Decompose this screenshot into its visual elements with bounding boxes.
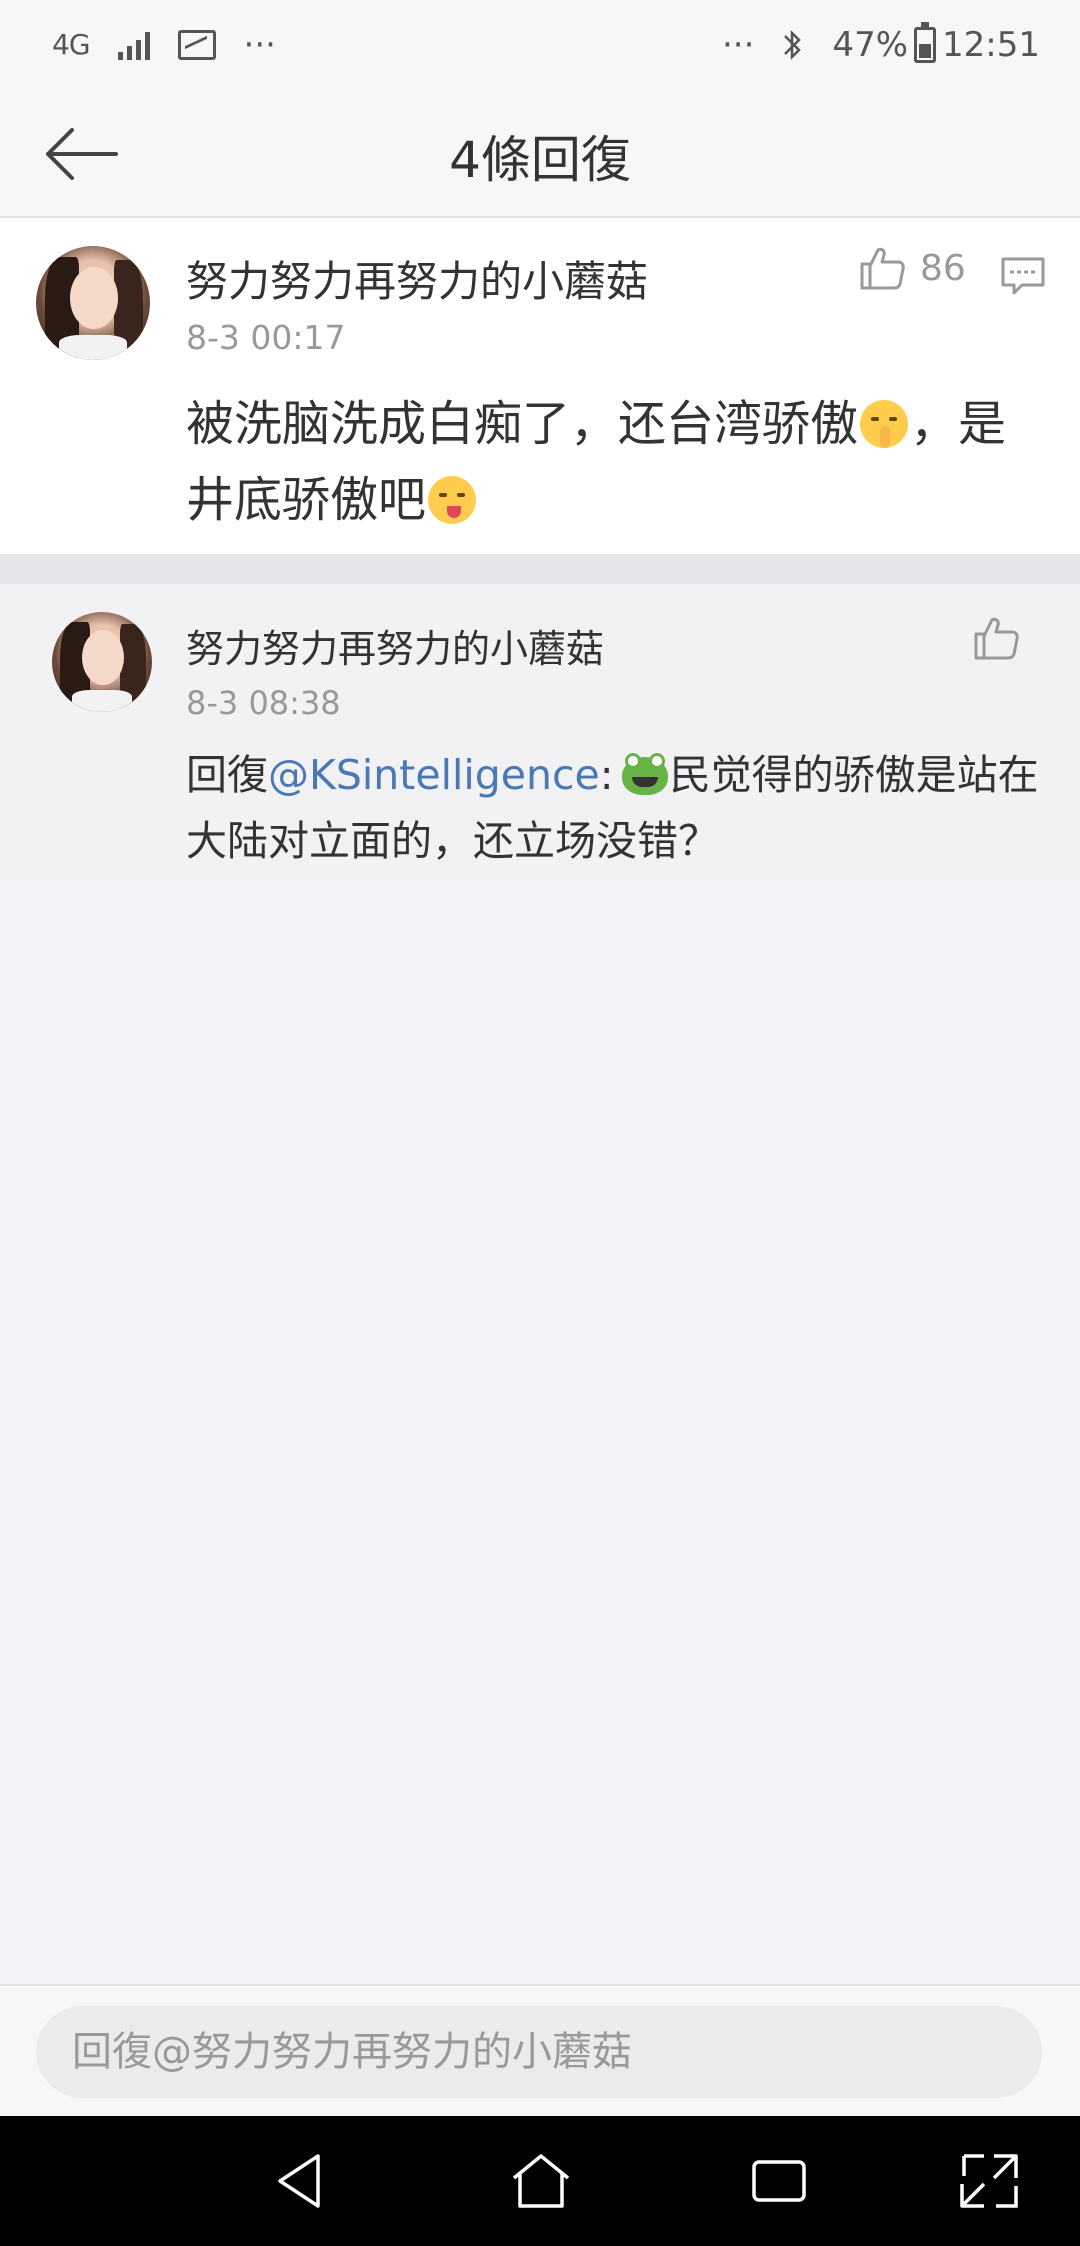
yum-face-emoji-icon — [428, 476, 477, 524]
more-notifications-icon: ··· — [243, 25, 276, 65]
nav-home-icon — [512, 2154, 570, 2208]
reply-like-button[interactable] — [972, 614, 1020, 662]
reply-bar: 回復@努力努力再努力的小蘑菇 — [0, 1984, 1080, 2116]
nav-recents-button[interactable] — [744, 2148, 814, 2214]
reply-comment-button[interactable] — [1000, 256, 1046, 296]
nav-recents-icon — [752, 2160, 806, 2202]
battery-percent: 47% — [832, 25, 909, 65]
main-comment: 努力努力再努力的小蘑菇 8-3 00:17 86 被洗脑洗成白痴了，还台湾骄傲，… — [0, 218, 1080, 554]
header: 4條回復 — [0, 90, 1080, 218]
network-type: 4G — [52, 28, 91, 61]
reply-username[interactable]: 努力努力再努力的小蘑菇 — [186, 618, 604, 673]
reply-body: 回復@KSintelligence: 民觉得的骄傲是站在大陆对立面的，还立场没错？ — [186, 742, 1046, 874]
shushing-face-emoji-icon — [860, 400, 909, 448]
reply-item: 努力努力再努力的小蘑菇 8-3 08:38 回復@KSintelligence:… — [0, 584, 1080, 886]
clock: 12:51 — [942, 25, 1040, 65]
reply-colon: : — [599, 751, 614, 799]
avatar[interactable] — [36, 246, 150, 360]
status-left: 4G ··· — [52, 25, 276, 65]
like-button[interactable]: 86 — [858, 244, 966, 292]
frog-emoji-icon — [621, 753, 668, 795]
nav-back-button[interactable] — [266, 2148, 336, 2214]
status-right: ··· 47% 12:51 — [722, 22, 1040, 65]
page-title: 4條回復 — [449, 131, 631, 189]
image-notification-icon — [177, 30, 216, 60]
comment-text-part1: 被洗脑洗成白痴了，还台湾骄傲 — [186, 396, 859, 452]
comment-username[interactable]: 努力努力再努力的小蘑菇 — [186, 248, 648, 309]
like-count: 86 — [920, 247, 966, 289]
status-bar: 4G ··· ··· 47% 12:51 — [0, 0, 1080, 90]
signal-icon — [117, 30, 150, 60]
navigation-bar — [0, 2116, 1080, 2246]
bluetooth-icon — [784, 29, 802, 61]
divider — [0, 554, 1080, 584]
comment-body: 被洗脑洗成白痴了，还台湾骄傲 ，是井底骄傲吧 — [186, 386, 1046, 538]
nav-back-icon — [278, 2154, 320, 2208]
expand-icon — [960, 2154, 1018, 2208]
reply-input[interactable]: 回復@努力努力再努力的小蘑菇 — [36, 2006, 1042, 2098]
more-status-icon: ··· — [722, 25, 755, 65]
nav-home-button[interactable] — [506, 2148, 576, 2214]
reply-timestamp: 8-3 08:38 — [186, 684, 341, 722]
reply-prefix: 回復 — [186, 751, 268, 799]
battery-icon — [914, 22, 937, 63]
mention-link[interactable]: @KSintelligence — [268, 751, 600, 799]
comment-timestamp: 8-3 00:17 — [186, 318, 346, 357]
comment-icon — [1001, 257, 1045, 295]
avatar[interactable] — [52, 612, 152, 712]
nav-expand-button[interactable] — [954, 2148, 1024, 2214]
thumbs-up-icon — [974, 617, 1019, 660]
thumbs-up-icon — [860, 247, 905, 290]
